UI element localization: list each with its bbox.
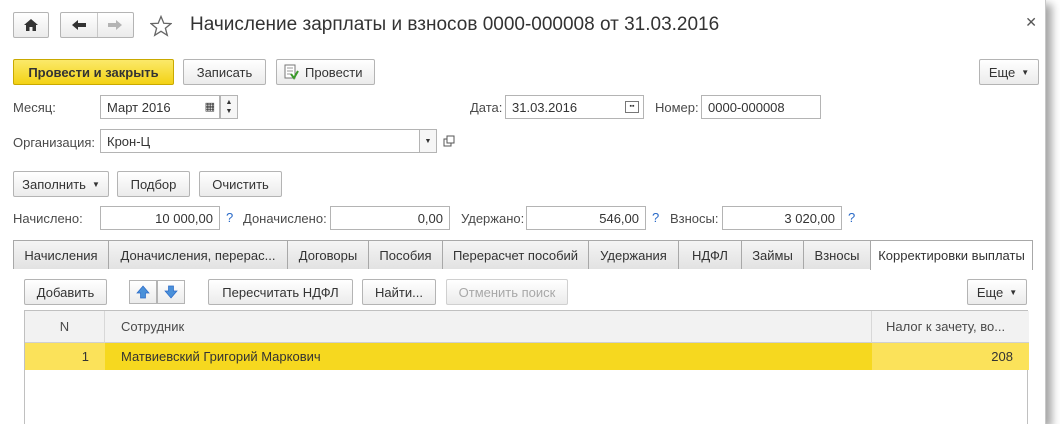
table-more-button[interactable]: Еще ▼ <box>967 279 1027 305</box>
column-header-employee-label: Сотрудник <box>121 319 185 334</box>
cancel-search-button[interactable]: Отменить поиск <box>446 279 568 305</box>
contributions-field: 3 020,00 <box>722 206 842 230</box>
number-label: Номер: <box>655 100 699 115</box>
adjustments-table: N Сотрудник Налог к зачету, во... 1 Матв… <box>24 310 1029 424</box>
month-label: Месяц: <box>13 100 56 115</box>
post-and-close-button[interactable]: Провести и закрыть <box>13 59 174 85</box>
date-label: Дата: <box>470 100 503 115</box>
star-icon[interactable] <box>150 15 172 37</box>
calendar-icon[interactable]: ▦ <box>205 100 215 113</box>
month-value: Март 2016 <box>107 99 171 115</box>
more-button[interactable]: Еще ▼ <box>979 59 1039 85</box>
home-button[interactable] <box>13 12 49 38</box>
home-icon <box>24 19 38 31</box>
contributions-help-icon[interactable]: ? <box>848 210 855 225</box>
organization-label: Организация: <box>13 135 96 150</box>
arrow-left-icon <box>71 20 86 30</box>
table-row-tax-cell[interactable]: 208 <box>872 343 1029 370</box>
post-button[interactable]: Провести <box>276 59 375 85</box>
forward-button[interactable] <box>98 13 134 37</box>
month-stepper[interactable]: ▲ ▼ <box>220 95 238 119</box>
column-header-n[interactable]: N <box>25 311 105 343</box>
column-header-tax-label: Налог к зачету, во... <box>886 319 1006 334</box>
chevron-down-icon: ▼ <box>424 137 432 145</box>
table-row-employee-cell[interactable]: Матвиевский Григорий Маркович <box>105 343 872 370</box>
back-button[interactable] <box>61 13 98 37</box>
withheld-help-icon[interactable]: ? <box>652 210 659 225</box>
tab-contributions[interactable]: Взносы <box>803 240 871 269</box>
accrued-field: 10 000,00 <box>100 206 220 230</box>
tab-payment-adjustments[interactable]: Корректировки выплаты <box>870 240 1033 270</box>
calendar-icon[interactable]: ▪▪ <box>625 101 639 113</box>
open-organization-button[interactable] <box>441 133 457 149</box>
table-more-label: Еще <box>976 284 1004 300</box>
clear-button[interactable]: Очистить <box>199 171 282 197</box>
date-field[interactable]: 31.03.2016 ▪▪ <box>505 95 644 119</box>
post-document-icon <box>284 64 299 80</box>
more-button-label: Еще <box>988 64 1016 80</box>
fill-button[interactable]: Заполнить ▼ <box>13 171 109 197</box>
page-title: Начисление зарплаты и взносов 0000-00000… <box>190 14 720 35</box>
nav-buttons <box>60 12 134 38</box>
arrow-right-icon <box>108 20 123 30</box>
arrow-down-icon <box>164 285 178 299</box>
move-up-button[interactable] <box>129 280 157 304</box>
find-button[interactable]: Найти... <box>362 279 436 305</box>
document-window: Начисление зарплаты и взносов 0000-00000… <box>0 0 1046 424</box>
tab-contracts[interactable]: Договоры <box>287 240 369 269</box>
tab-loans[interactable]: Займы <box>741 240 804 269</box>
number-field[interactable]: 0000-000008 <box>701 95 821 119</box>
tab-accruals[interactable]: Начисления <box>13 240 109 269</box>
organization-field[interactable]: Крон-Ц <box>100 129 420 153</box>
accrued-label: Начислено: <box>13 211 83 226</box>
column-header-n-label: N <box>59 319 70 334</box>
stepper-up-icon[interactable]: ▲ <box>226 98 233 107</box>
column-header-tax[interactable]: Налог к зачету, во... <box>872 311 1029 343</box>
tab-bar: Начисления Доначисления, перерас... Дого… <box>13 240 1033 270</box>
table-row-n-cell[interactable]: 1 <box>25 343 105 370</box>
recalculate-ndfl-button[interactable]: Пересчитать НДФЛ <box>208 279 353 305</box>
organization-value: Крон-Ц <box>107 133 151 149</box>
move-down-button[interactable] <box>157 280 185 304</box>
open-link-icon <box>443 135 455 147</box>
tab-deductions[interactable]: Удержания <box>588 240 679 269</box>
add-button[interactable]: Добавить <box>24 279 107 305</box>
chevron-down-icon: ▼ <box>91 179 100 189</box>
tab-benefit-recalculation[interactable]: Перерасчет пособий <box>442 240 589 269</box>
stepper-down-icon[interactable]: ▼ <box>226 107 233 116</box>
date-value: 31.03.2016 <box>512 99 578 115</box>
tab-ndfl[interactable]: НДФЛ <box>678 240 742 269</box>
chevron-down-icon: ▼ <box>1009 287 1018 297</box>
pick-button[interactable]: Подбор <box>117 171 190 197</box>
post-button-label: Провести <box>305 64 363 80</box>
number-value: 0000-000008 <box>708 99 785 115</box>
contributions-label: Взносы: <box>670 211 719 226</box>
column-header-employee[interactable]: Сотрудник <box>105 311 872 343</box>
month-field[interactable]: Март 2016 ▦ <box>100 95 220 119</box>
chevron-down-icon: ▼ <box>1021 67 1030 77</box>
fill-button-label: Заполнить <box>22 176 86 192</box>
save-button[interactable]: Записать <box>183 59 266 85</box>
extra-accrued-label: Доначислено: <box>243 211 327 226</box>
tab-additional-accruals[interactable]: Доначисления, перерас... <box>108 240 288 269</box>
close-icon[interactable]: ✕ <box>1025 14 1037 31</box>
tab-benefits[interactable]: Пособия <box>368 240 443 269</box>
withheld-field: 546,00 <box>526 206 646 230</box>
withheld-label: Удержано: <box>461 211 525 226</box>
arrow-up-icon <box>136 285 150 299</box>
extra-accrued-field: 0,00 <box>330 206 450 230</box>
accrued-help-icon[interactable]: ? <box>226 210 233 225</box>
organization-dropdown[interactable]: ▼ <box>419 129 437 153</box>
